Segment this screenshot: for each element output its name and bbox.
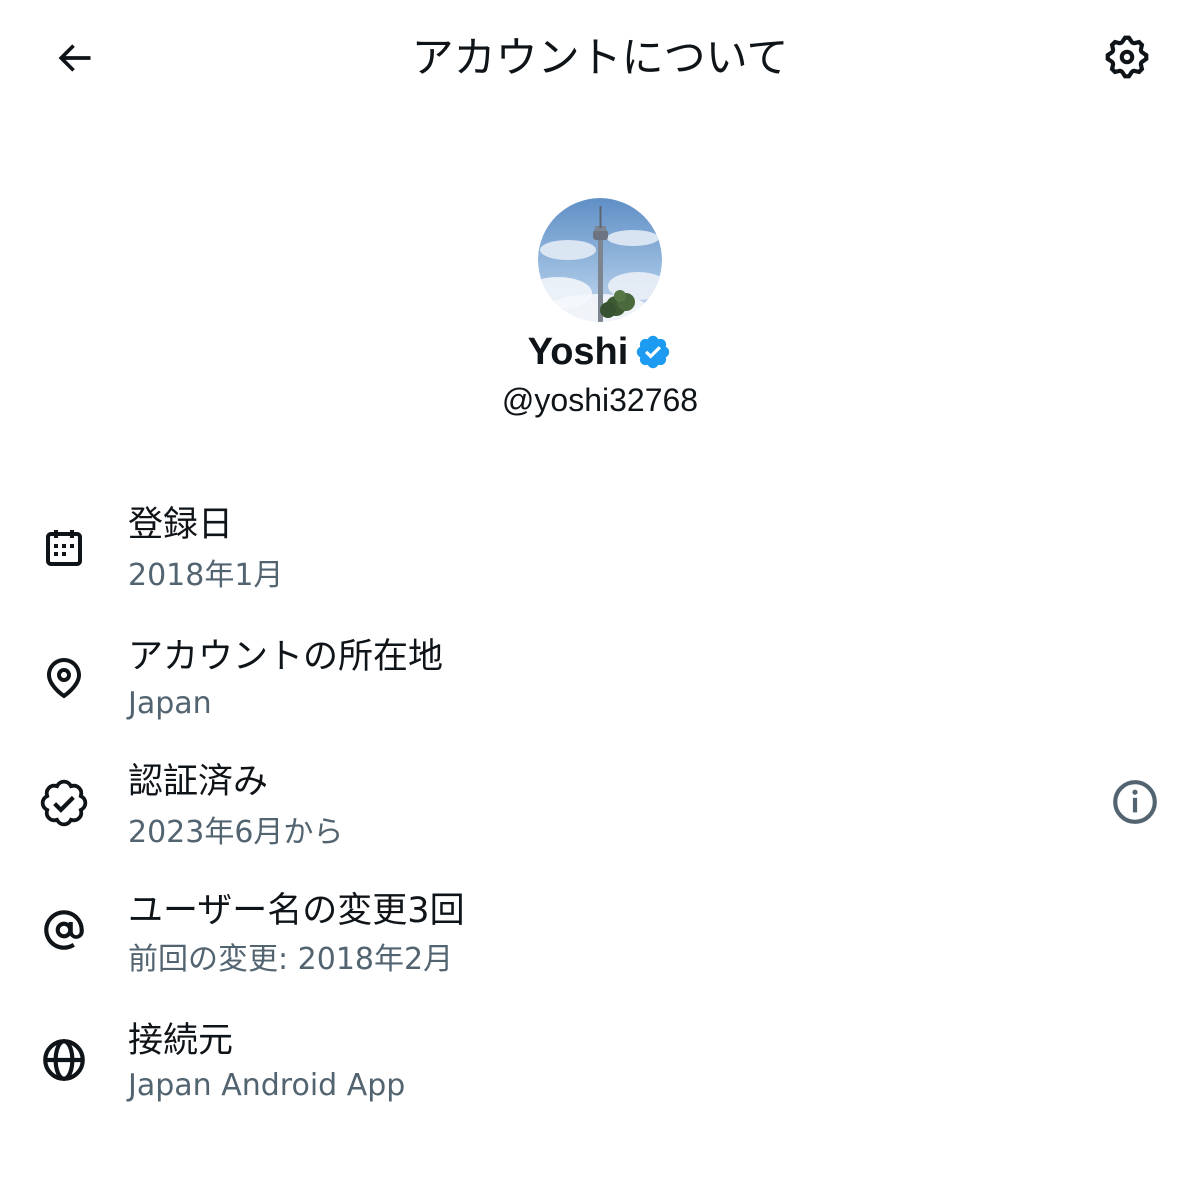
username-changes-row: ユーザー名の変更3回 前回の変更: 2018年2月 [0,886,1200,1006]
gear-icon [1105,35,1149,79]
top-bar: アカウントについて [0,0,1200,112]
row-icon-wrap [38,652,90,704]
row-title: アカウントの所在地 [128,637,444,677]
location-pin-icon [47,658,81,699]
connected-via-row: 接続元 Japan Android App [0,1016,1200,1136]
row-icon-wrap [38,1034,90,1086]
at-sign-icon [44,910,84,950]
row-subtitle: 2018年1月 [128,558,284,593]
row-subtitle: 2023年6月から [128,815,344,850]
row-title: ユーザー名の変更3回 [128,891,465,931]
verified-check-icon [40,779,88,827]
profile-header: Yoshi @yoshi32768 [0,198,1200,422]
account-location-row: アカウントの所在地 Japan [0,632,1200,752]
verified-info-button[interactable] [1108,775,1162,829]
row-icon-wrap [38,904,90,956]
row-subtitle: Japan Android App [128,1068,406,1103]
joined-date-row: 登録日 2018年1月 [0,500,1200,620]
page-title: アカウントについて [411,33,789,82]
verified-row: 認証済み 2023年6月から [0,757,1200,877]
calendar-icon [46,530,82,566]
row-icon-wrap [38,777,90,829]
name-row: Yoshi [0,326,1200,378]
arrow-left-icon [58,44,91,72]
row-subtitle: 前回の変更: 2018年2月 [128,942,454,977]
verified-badge-icon[interactable] [634,333,672,371]
globe-icon [43,1039,85,1081]
row-title: 登録日 [128,505,234,545]
avatar[interactable] [538,198,662,322]
settings-button[interactable] [1098,28,1156,86]
handle: @yoshi32768 [501,382,699,418]
info-icon [1113,780,1157,824]
row-subtitle: Japan [128,686,212,721]
row-title: 認証済み [128,762,269,802]
row-icon-wrap [38,522,90,574]
row-title: 接続元 [128,1021,234,1061]
display-name: Yoshi [527,330,629,373]
back-button[interactable] [46,30,102,86]
